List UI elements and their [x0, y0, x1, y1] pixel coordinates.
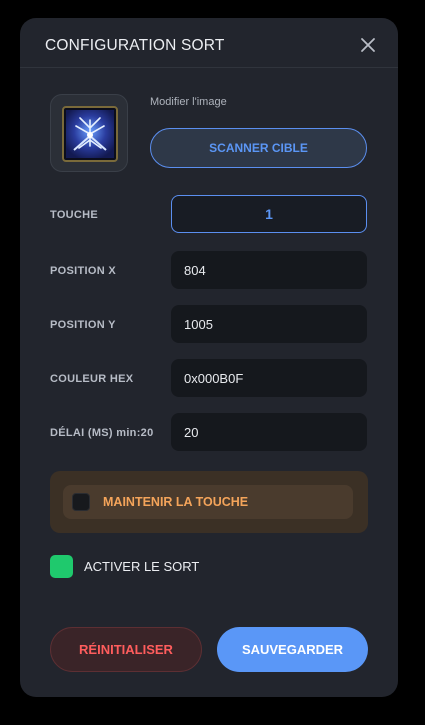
position-y-input[interactable]: 1005: [171, 305, 367, 343]
position-x-label: POSITION X: [50, 265, 116, 277]
activate-spell-label[interactable]: ACTIVER LE SORT: [84, 559, 199, 574]
spell-config-dialog: CONFIGURATION SORT Modifier l'image SCAN…: [20, 18, 398, 697]
activate-spell-checkbox[interactable]: [50, 555, 73, 578]
header-divider: [20, 67, 398, 68]
dialog-title: CONFIGURATION SORT: [45, 37, 225, 54]
key-input[interactable]: 1: [171, 195, 367, 233]
spell-image-thumbnail[interactable]: [50, 94, 128, 172]
color-hex-label: COULEUR HEX: [50, 373, 134, 385]
hold-key-checkbox[interactable]: [72, 493, 90, 511]
position-x-input[interactable]: 804: [171, 251, 367, 289]
modify-image-label[interactable]: Modifier l'image: [150, 96, 227, 108]
hold-key-panel: MAINTENIR LA TOUCHE: [50, 471, 368, 533]
hold-key-toggle[interactable]: MAINTENIR LA TOUCHE: [63, 485, 353, 519]
hold-key-label[interactable]: MAINTENIR LA TOUCHE: [103, 495, 248, 509]
close-icon[interactable]: [359, 36, 377, 54]
key-label: TOUCHE: [50, 209, 99, 221]
scan-target-button[interactable]: SCANNER CIBLE: [150, 128, 367, 168]
position-y-label: POSITION Y: [50, 319, 116, 331]
save-button[interactable]: SAUVEGARDER: [217, 627, 368, 672]
delay-input[interactable]: 20: [171, 413, 367, 451]
delay-label: DÉLAI (MS) min:20: [50, 427, 154, 439]
color-hex-input[interactable]: 0x000B0F: [171, 359, 367, 397]
reset-button[interactable]: RÉINITIALISER: [50, 627, 202, 672]
spell-icon: [62, 106, 118, 162]
